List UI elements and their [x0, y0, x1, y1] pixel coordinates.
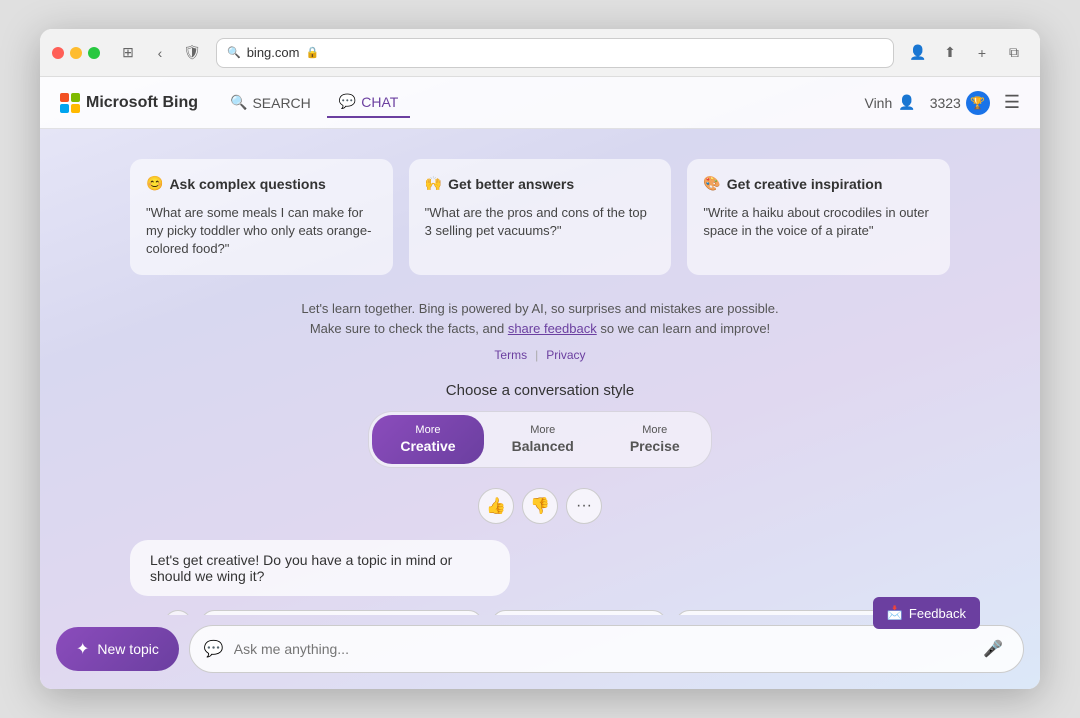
feature-emoji-2: 🎨 — [703, 175, 720, 192]
browser-controls: ⊞ ‹ 🛡 — [114, 39, 206, 67]
new-topic-icon: ✦ — [76, 639, 89, 659]
input-chat-icon: 💬 — [204, 639, 224, 659]
search-nav-icon: 🔍 — [230, 94, 247, 111]
chat-nav-label: CHAT — [361, 94, 398, 110]
points-badge[interactable]: 3323 🏆 — [930, 91, 990, 115]
feature-card-1[interactable]: 🙌 Get better answers "What are the pros … — [409, 159, 672, 275]
shield-icon[interactable]: 🛡 — [178, 39, 206, 67]
nav-right: Vinh 👤 3323 🏆 ☰ — [864, 91, 1020, 115]
trophy-icon: 🏆 — [966, 91, 990, 115]
search-icon: 🔍 — [227, 46, 241, 59]
tab-manage-button[interactable]: ⊞ — [114, 39, 142, 67]
feedback-button[interactable]: 📩 Feedback — [873, 597, 980, 629]
lock-icon: 🔒 — [305, 46, 319, 59]
chat-message: Let's get creative! Do you have a topic … — [130, 540, 510, 596]
search-nav-label: SEARCH — [252, 95, 310, 111]
feedback-label: Feedback — [909, 606, 966, 621]
info-text: Let's learn together. Bing is powered by… — [300, 299, 780, 341]
feature-emoji-0: 😊 — [146, 175, 163, 192]
feature-card-0[interactable]: 😊 Ask complex questions "What are some m… — [130, 159, 393, 275]
feature-card-title-2: 🎨 Get creative inspiration — [703, 175, 934, 192]
logo-text: Microsoft Bing — [86, 94, 198, 112]
traffic-lights — [52, 47, 100, 59]
feedback-row: 👍 👎 ··· — [478, 488, 602, 524]
account-button[interactable]: 👤 — [904, 39, 932, 67]
thumbs-up-button[interactable]: 👍 — [478, 488, 514, 524]
input-bar[interactable]: 💬 🎤 — [189, 625, 1024, 673]
nav-bar: Microsoft Bing 🔍 SEARCH 💬 CHAT Vinh — [40, 77, 1040, 129]
nav-chat-link[interactable]: 💬 CHAT — [327, 87, 411, 118]
nav-links: 🔍 SEARCH 💬 CHAT — [218, 87, 410, 118]
user-info[interactable]: Vinh 👤 — [864, 94, 915, 111]
new-tab-button[interactable]: + — [968, 39, 996, 67]
privacy-link[interactable]: Privacy — [546, 348, 585, 362]
nav-search-link[interactable]: 🔍 SEARCH — [218, 88, 323, 117]
user-name: Vinh — [864, 95, 892, 111]
terms-separator: | — [535, 348, 538, 362]
thumbs-down-button[interactable]: 👎 — [522, 488, 558, 524]
feature-card-title-0: 😊 Ask complex questions — [146, 175, 377, 192]
points-value: 3323 — [930, 95, 961, 111]
conv-style-label: Choose a conversation style — [446, 382, 634, 399]
close-button[interactable] — [52, 47, 64, 59]
more-options-button[interactable]: ··· — [566, 488, 602, 524]
feature-card-body-0: "What are some meals I can make for my p… — [146, 204, 377, 259]
feature-card-title-1: 🙌 Get better answers — [425, 175, 656, 192]
maximize-button[interactable] — [88, 47, 100, 59]
new-topic-button[interactable]: ✦ New topic — [56, 627, 179, 671]
browser-actions: 👤 ⬆ + ⧉ — [904, 39, 1028, 67]
conv-style-bar: More Creative More Balanced More Precise — [368, 411, 711, 467]
terms-link[interactable]: Terms — [494, 348, 527, 362]
tabs-button[interactable]: ⧉ — [1000, 39, 1028, 67]
feedback-icon: 📩 — [887, 605, 903, 621]
conv-style-balanced[interactable]: More Balanced — [484, 415, 602, 463]
terms-row: Terms | Privacy — [494, 348, 585, 362]
mic-button[interactable]: 🎤 — [977, 633, 1009, 665]
back-button[interactable]: ‹ — [146, 39, 174, 67]
user-icon: 👤 — [898, 94, 915, 111]
share-button[interactable]: ⬆ — [936, 39, 964, 67]
url-text: bing.com — [247, 45, 300, 60]
feature-card-2[interactable]: 🎨 Get creative inspiration "Write a haik… — [687, 159, 950, 275]
chat-nav-icon: 💬 — [339, 93, 356, 110]
ms-bing-logo[interactable]: Microsoft Bing — [60, 93, 198, 113]
microsoft-logo-icon — [60, 93, 80, 113]
feature-emoji-1: 🙌 — [425, 175, 442, 192]
feature-card-body-2: "Write a haiku about crocodiles in outer… — [703, 204, 934, 240]
new-topic-label: New topic — [97, 641, 158, 657]
address-bar[interactable]: 🔍 bing.com 🔒 — [216, 38, 894, 68]
minimize-button[interactable] — [70, 47, 82, 59]
feature-cards: 😊 Ask complex questions "What are some m… — [130, 159, 950, 275]
conv-style-creative[interactable]: More Creative — [372, 415, 483, 463]
menu-icon[interactable]: ☰ — [1004, 92, 1020, 113]
conv-style-precise[interactable]: More Precise — [602, 415, 708, 463]
share-feedback-link[interactable]: share feedback — [508, 321, 597, 336]
browser-chrome: ⊞ ‹ 🛡 🔍 bing.com 🔒 👤 ⬆ + ⧉ — [40, 29, 1040, 77]
main-content: 😊 Ask complex questions "What are some m… — [40, 129, 1040, 615]
feature-card-body-1: "What are the pros and cons of the top 3… — [425, 204, 656, 240]
search-input[interactable] — [234, 641, 967, 657]
